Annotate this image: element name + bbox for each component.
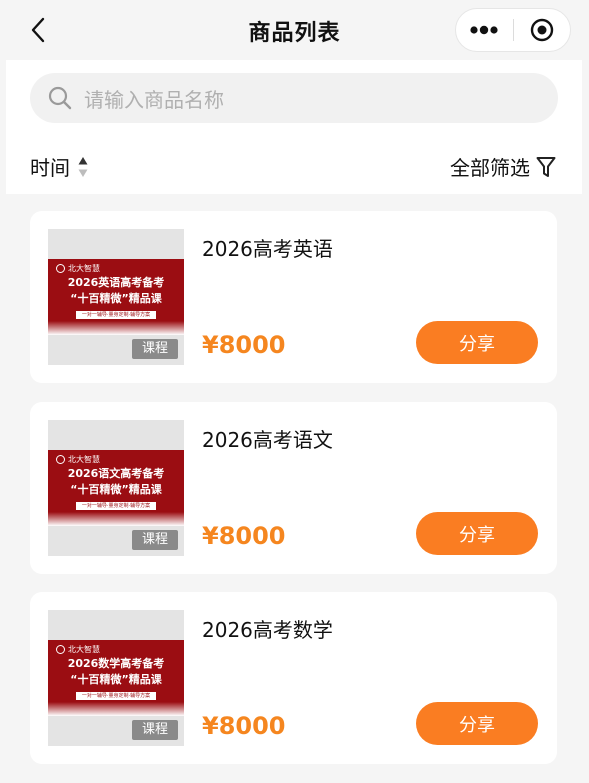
target-circle-icon: [530, 18, 553, 42]
product-price: ¥8000: [202, 712, 286, 740]
banner-line-2: “十百精微”精品课: [70, 292, 162, 305]
seal-icon: [56, 645, 65, 654]
filter-label: 全部筛选: [450, 156, 530, 180]
sort-arrows-icon: [78, 156, 88, 177]
brand-name: 北大智慧: [68, 264, 100, 273]
all-filters-button[interactable]: 全部筛选: [450, 152, 556, 181]
search-icon: [48, 86, 72, 110]
product-title: 2026高考语文: [202, 428, 333, 452]
sort-by-time[interactable]: 时间: [30, 152, 88, 181]
banner-fade: [48, 321, 184, 335]
seal-icon: [56, 264, 65, 273]
brand-logo: 北大智慧: [56, 263, 100, 274]
product-title: 2026高考英语: [202, 237, 333, 261]
filter-panel: 请输入商品名称 时间 全部筛选: [6, 60, 582, 194]
product-title: 2026高考数学: [202, 618, 333, 642]
product-card[interactable]: 北大智慧 2026数学高考备考 “十百精微”精品课 一对一辅导·量身定制·辅导方…: [30, 592, 557, 764]
seal-icon: [56, 455, 65, 464]
brand-name: 北大智慧: [68, 645, 100, 654]
sort-label: 时间: [30, 156, 70, 180]
search-placeholder: 请输入商品名称: [84, 87, 224, 112]
banner-line-1: 2026数学高考备考: [67, 657, 165, 670]
product-price: ¥8000: [202, 331, 286, 359]
product-thumbnail: 北大智慧 2026语文高考备考 “十百精微”精品课 一对一辅导·量身定制·辅导方…: [48, 420, 184, 556]
course-tag: 课程: [132, 530, 178, 550]
banner-line-2: “十百精微”精品课: [70, 483, 162, 496]
product-thumbnail: 北大智慧 2026数学高考备考 “十百精微”精品课 一对一辅导·量身定制·辅导方…: [48, 610, 184, 746]
course-tag: 课程: [132, 339, 178, 359]
brand-logo: 北大智慧: [56, 644, 100, 655]
banner-line-2: “十百精微”精品课: [70, 673, 162, 686]
close-mini-program-button[interactable]: [513, 8, 570, 52]
more-button[interactable]: [456, 8, 513, 52]
share-button[interactable]: 分享: [416, 512, 538, 555]
mini-program-capsule: [455, 8, 571, 52]
product-price: ¥8000: [202, 522, 286, 550]
nav-bar: 商品列表: [0, 0, 589, 60]
filter-funnel-icon: [536, 156, 556, 177]
search-input[interactable]: 请输入商品名称: [30, 73, 558, 123]
banner-tagline: 一对一辅导·量身定制·辅导方案: [76, 311, 156, 319]
product-thumbnail: 北大智慧 2026英语高考备考 “十百精微”精品课 一对一辅导·量身定制·辅导方…: [48, 229, 184, 365]
brand-logo: 北大智慧: [56, 454, 100, 465]
banner-fade: [48, 512, 184, 526]
course-tag: 课程: [132, 720, 178, 740]
course-banner: 北大智慧 2026数学高考备考 “十百精微”精品课 一对一辅导·量身定制·辅导方…: [48, 640, 184, 716]
banner-tagline: 一对一辅导·量身定制·辅导方案: [76, 502, 156, 510]
banner-tagline: 一对一辅导·量身定制·辅导方案: [76, 692, 156, 700]
banner-line-1: 2026英语高考备考: [67, 276, 165, 289]
share-button[interactable]: 分享: [416, 702, 538, 745]
course-banner: 北大智慧 2026语文高考备考 “十百精微”精品课 一对一辅导·量身定制·辅导方…: [48, 450, 184, 526]
share-button[interactable]: 分享: [416, 321, 538, 364]
brand-name: 北大智慧: [68, 455, 100, 464]
banner-fade: [48, 702, 184, 716]
more-dots-icon: [470, 25, 498, 35]
product-card[interactable]: 北大智慧 2026英语高考备考 “十百精微”精品课 一对一辅导·量身定制·辅导方…: [30, 211, 557, 383]
product-card[interactable]: 北大智慧 2026语文高考备考 “十百精微”精品课 一对一辅导·量身定制·辅导方…: [30, 402, 557, 574]
course-banner: 北大智慧 2026英语高考备考 “十百精微”精品课 一对一辅导·量身定制·辅导方…: [48, 259, 184, 335]
banner-line-1: 2026语文高考备考: [67, 467, 165, 480]
